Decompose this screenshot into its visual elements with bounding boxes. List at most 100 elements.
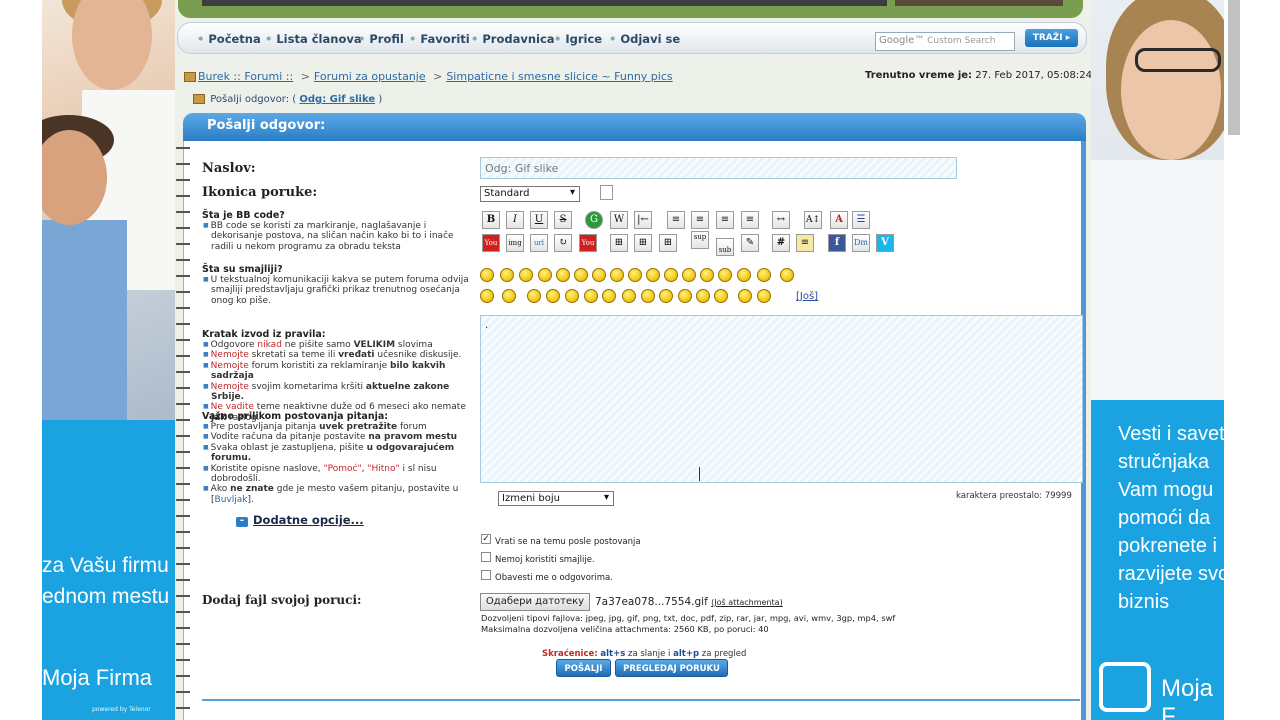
- youtube-2-button[interactable]: You: [579, 234, 597, 252]
- search-button[interactable]: TRAŽI ▸: [1025, 29, 1078, 47]
- disable-smilies-checkbox[interactable]: [481, 552, 491, 562]
- url-button[interactable]: url: [530, 234, 548, 252]
- smiley-icon[interactable]: [527, 289, 541, 303]
- reply-topic-link[interactable]: Odg: Gif slike: [299, 94, 375, 105]
- breadcrumb-home[interactable]: Burek :: Forumi ::: [198, 70, 293, 83]
- nav-favorites[interactable]: Favoriti: [409, 32, 469, 46]
- bold-button[interactable]: B: [482, 211, 500, 229]
- strike-button[interactable]: S: [554, 211, 572, 229]
- youtube-button[interactable]: You: [482, 234, 500, 252]
- smiley-icon[interactable]: [538, 268, 552, 282]
- wave-button[interactable]: W: [610, 211, 628, 229]
- align-right-button[interactable]: ≡: [741, 211, 759, 229]
- important-list: Pre postavljanja pitanja uvek pretražite…: [202, 422, 474, 505]
- quote-button[interactable]: ↻: [554, 234, 572, 252]
- align-justify-button[interactable]: ≡: [691, 211, 709, 229]
- font-size-button[interactable]: A↕: [804, 211, 822, 229]
- underline-button[interactable]: U: [530, 211, 548, 229]
- smiley-icon[interactable]: [757, 268, 771, 282]
- smiley-icon[interactable]: [718, 268, 732, 282]
- smiley-icon[interactable]: [757, 289, 771, 303]
- hide-button[interactable]: ✎: [741, 234, 759, 252]
- superscript-button[interactable]: sup: [691, 231, 709, 249]
- align-center-button[interactable]: ≡: [716, 211, 734, 229]
- choose-file-button[interactable]: Одабери датотеку: [480, 593, 590, 611]
- smiley-icon[interactable]: [646, 268, 660, 282]
- smiley-icon[interactable]: [738, 289, 752, 303]
- smiley-icon[interactable]: [502, 289, 516, 303]
- ad-right-logo: Moja F: [1161, 675, 1214, 720]
- smiley-icon[interactable]: [574, 268, 588, 282]
- smiley-icon[interactable]: [678, 289, 692, 303]
- smiley-icon[interactable]: [700, 268, 714, 282]
- italic-button[interactable]: I: [506, 211, 524, 229]
- breadcrumb-category[interactable]: Forumi za opustanje: [314, 70, 426, 83]
- notify-label: Obavesti me o odgovorima.: [495, 573, 613, 583]
- preview-button[interactable]: PREGLEDAJ PORUKU: [615, 659, 728, 677]
- left-advertisement[interactable]: za Vašu firmu ednom mestu Moja Firma pow…: [42, 0, 175, 720]
- return-to-topic-checkbox[interactable]: ✓: [481, 534, 491, 544]
- smiley-icon[interactable]: [592, 268, 606, 282]
- smiley-icon[interactable]: [780, 268, 794, 282]
- smiley-icon[interactable]: [641, 289, 655, 303]
- image-button[interactable]: img: [506, 234, 524, 252]
- smiley-icon[interactable]: [696, 289, 710, 303]
- send-button[interactable]: POŠALJI: [556, 659, 611, 677]
- message-textarea[interactable]: .: [480, 315, 1083, 483]
- align-left-button[interactable]: ≡: [667, 211, 685, 229]
- minus-icon: -: [236, 516, 248, 527]
- scrollbar-thumb[interactable]: [1228, 0, 1240, 135]
- smiley-icon[interactable]: [628, 268, 642, 282]
- nav-logout[interactable]: Odjavi se: [609, 32, 680, 46]
- smiley-icon[interactable]: [602, 289, 616, 303]
- extra-options-toggle[interactable]: - Dodatne opcije...: [236, 513, 364, 527]
- smiley-icon[interactable]: [682, 268, 696, 282]
- smiley-icon[interactable]: [565, 289, 579, 303]
- breadcrumb-forum[interactable]: Simpaticne i smesne slicice ~ Funny pics: [446, 70, 672, 83]
- smiley-icon[interactable]: [519, 268, 533, 282]
- smiley-icon[interactable]: [556, 268, 570, 282]
- smiley-icon[interactable]: [737, 268, 751, 282]
- return-to-topic-label: Vrati se na temu posle postovanja: [495, 537, 641, 547]
- smiley-icon[interactable]: [584, 289, 598, 303]
- nav-home[interactable]: Početna: [197, 32, 260, 46]
- glow-button[interactable]: G: [585, 211, 603, 229]
- smiley-icon[interactable]: [480, 289, 494, 303]
- smiley-icon[interactable]: [622, 289, 636, 303]
- dailymotion-button[interactable]: Dm: [852, 234, 870, 252]
- nav-profile[interactable]: Profil: [358, 32, 403, 46]
- list-button[interactable]: ☰: [852, 211, 870, 229]
- table-row-button[interactable]: ⊞: [634, 234, 652, 252]
- subject-input[interactable]: Odg: Gif slike: [480, 157, 957, 179]
- vimeo-button[interactable]: V: [876, 234, 894, 252]
- more-smilies-link[interactable]: [Još]: [796, 291, 818, 302]
- smiley-icon[interactable]: [664, 268, 678, 282]
- subscript-button[interactable]: sub: [716, 238, 734, 256]
- smiley-icon[interactable]: [546, 289, 560, 303]
- table-cell-button[interactable]: ⊞: [659, 234, 677, 252]
- code-button[interactable]: #: [772, 234, 790, 252]
- table-button[interactable]: ⊞: [610, 234, 628, 252]
- indent-button[interactable]: |←: [634, 211, 652, 229]
- smiley-icon[interactable]: [610, 268, 624, 282]
- color-select[interactable]: Izmeni boju: [498, 491, 614, 506]
- smiley-icon[interactable]: [714, 289, 728, 303]
- spoiler-button[interactable]: ≡: [796, 234, 814, 252]
- nav-shop[interactable]: Prodavnica: [471, 32, 554, 46]
- notify-checkbox[interactable]: [481, 570, 491, 580]
- search-input[interactable]: Google™ Custom Search: [875, 32, 1015, 51]
- horizontal-rule-button[interactable]: ↔: [772, 211, 790, 229]
- more-attachments-link[interactable]: (Još attachmenta): [711, 598, 783, 607]
- important-title: Važno prilikom postovanja pitanja:: [202, 411, 389, 422]
- smiley-icon[interactable]: [480, 268, 494, 282]
- nav-games[interactable]: Igrice: [554, 32, 602, 46]
- top-banner: [178, 0, 1083, 18]
- nav-members[interactable]: Lista članova: [265, 32, 361, 46]
- smiley-icon[interactable]: [659, 289, 673, 303]
- right-advertisement[interactable]: Vesti i savet stručnjaka Vam mogu pomoći…: [1091, 0, 1224, 720]
- rules-title: Kratak izvod iz pravila:: [202, 329, 326, 340]
- icon-select[interactable]: Standard: [480, 186, 580, 202]
- smiley-icon[interactable]: [500, 268, 514, 282]
- font-color-button[interactable]: A: [830, 211, 848, 229]
- facebook-button[interactable]: f: [828, 234, 846, 252]
